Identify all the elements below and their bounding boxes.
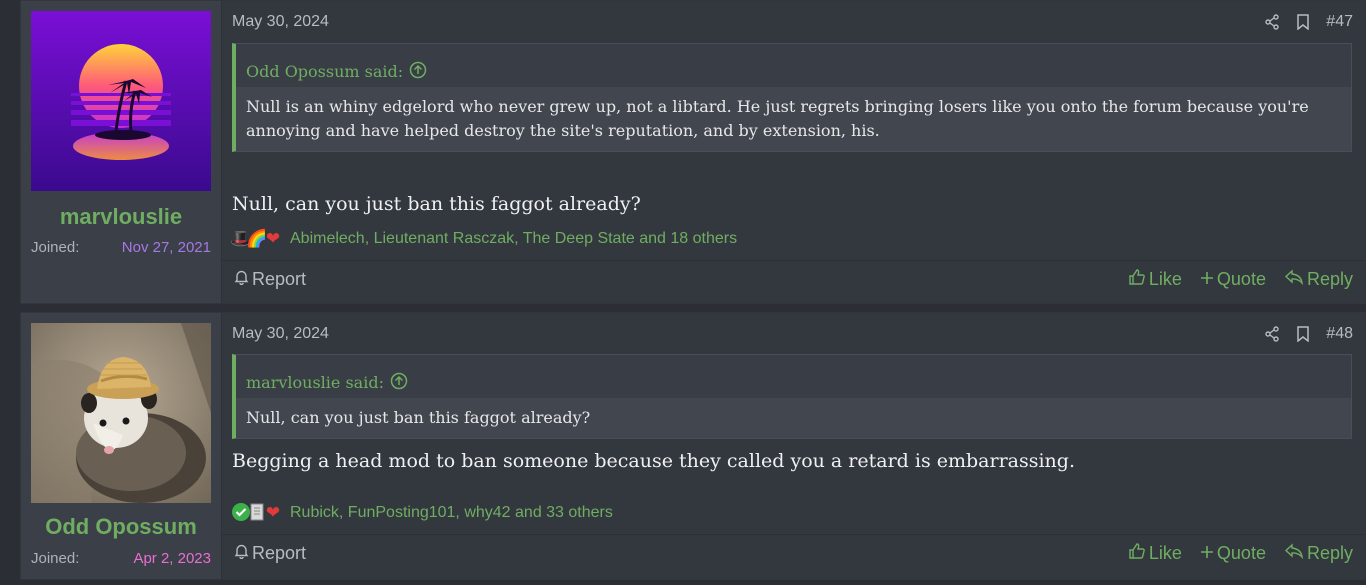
joined-info: Joined: Apr 2, 2023 [31, 550, 211, 567]
avatar[interactable] [31, 323, 211, 503]
quote-author[interactable]: marvlouslie said: [246, 373, 384, 392]
quote-label: Quote [1216, 543, 1266, 563]
thumbs-up-icon [1128, 542, 1146, 565]
synthwave-avatar-image [31, 11, 211, 191]
reaction-icons: ❤ [230, 502, 286, 524]
post-number[interactable]: #48 [1326, 325, 1353, 343]
like-button[interactable]: Like [1128, 542, 1182, 565]
joined-label: Joined: [31, 239, 80, 256]
bell-icon [234, 543, 249, 564]
quote-header[interactable]: Odd Opossum said: [236, 44, 1351, 87]
reactions-bar[interactable]: ❤ Rubick, FunPosting101, why42 and 33 ot… [230, 502, 613, 524]
post-47: marvlouslie Joined: Nov 27, 2021 May 30,… [20, 0, 1366, 304]
user-cell: marvlouslie Joined: Nov 27, 2021 [21, 1, 221, 303]
joined-info: Joined: Nov 27, 2021 [31, 239, 211, 256]
quote-text: Null, can you just ban this faggot alrea… [236, 398, 1351, 438]
plus-icon [1200, 543, 1214, 564]
report-button[interactable]: Report [234, 269, 306, 290]
post-tools: #47 [1264, 13, 1353, 31]
joined-date: Nov 27, 2021 [121, 239, 211, 256]
like-label: Like [1148, 269, 1182, 289]
reply-label: Reply [1306, 543, 1353, 563]
post-footer: Report Like Quote Reply [222, 260, 1365, 298]
heart-icon: ❤ [265, 503, 281, 522]
reply-button[interactable]: Reply [1284, 269, 1353, 290]
quote-button[interactable]: Quote [1200, 269, 1266, 290]
quote-block: marvlouslie said: Null, can you just ban… [232, 354, 1352, 439]
quote-label: Quote [1216, 269, 1266, 289]
opossum-avatar-image [31, 323, 211, 503]
bookmark-icon[interactable] [1296, 14, 1310, 30]
like-button[interactable]: Like [1128, 268, 1182, 291]
plus-icon [1200, 269, 1214, 290]
thumbs-up-icon [1128, 268, 1146, 291]
user-cell: Odd Opossum Joined: Apr 2, 2023 [21, 313, 221, 579]
post-footer: Report Like Quote Reply [222, 534, 1365, 572]
like-label: Like [1148, 543, 1182, 563]
post-actions: Like Quote Reply [1128, 268, 1353, 291]
reply-button[interactable]: Reply [1284, 543, 1353, 564]
post-48: Odd Opossum Joined: Apr 2, 2023 May 30, … [20, 312, 1366, 580]
joined-label: Joined: [31, 550, 80, 567]
username[interactable]: Odd Opossum [21, 514, 221, 540]
joined-date: Apr 2, 2023 [133, 550, 211, 567]
quote-text: Null is an whiny edgelord who never grew… [236, 87, 1351, 151]
reactions-users[interactable]: Abimelech, Lieutenant Rasczak, The Deep … [290, 230, 737, 248]
post-content: May 30, 2024 #48 marvlouslie said: Null,… [221, 313, 1365, 579]
report-button[interactable]: Report [234, 543, 306, 564]
post-message: Begging a head mod to ban someone becaus… [232, 450, 1075, 472]
avatar[interactable] [31, 11, 211, 191]
post-date[interactable]: May 30, 2024 [232, 13, 329, 31]
post-actions: Like Quote Reply [1128, 542, 1353, 565]
post-content: May 30, 2024 #47 Odd Opossum said: Null … [221, 1, 1365, 303]
quote-author[interactable]: Odd Opossum said: [246, 62, 403, 81]
username[interactable]: marvlouslie [21, 204, 221, 230]
post-date[interactable]: May 30, 2024 [232, 325, 329, 343]
post-message: Null, can you just ban this faggot alrea… [232, 193, 641, 215]
post-number[interactable]: #47 [1326, 13, 1353, 31]
arrow-up-circle-icon[interactable] [390, 372, 408, 394]
report-label: Report [252, 543, 307, 563]
bookmark-icon[interactable] [1296, 326, 1310, 342]
reaction-icons: 🎩 🌈 ❤ [230, 228, 286, 250]
report-label: Report [252, 269, 307, 289]
share-icon[interactable] [1264, 14, 1280, 30]
reactions-bar[interactable]: 🎩 🌈 ❤ Abimelech, Lieutenant Rasczak, The… [230, 228, 737, 250]
reply-arrow-icon [1284, 543, 1304, 564]
heart-icon: ❤ [265, 229, 281, 248]
post-tools: #48 [1264, 325, 1353, 343]
arrow-up-circle-icon[interactable] [409, 61, 427, 83]
quote-block: Odd Opossum said: Null is an whiny edgel… [232, 43, 1352, 152]
quote-button[interactable]: Quote [1200, 543, 1266, 564]
reply-arrow-icon [1284, 269, 1304, 290]
quote-header[interactable]: marvlouslie said: [236, 355, 1351, 398]
reactions-users[interactable]: Rubick, FunPosting101, why42 and 33 othe… [290, 504, 613, 522]
reply-label: Reply [1306, 269, 1353, 289]
share-icon[interactable] [1264, 326, 1280, 342]
bell-icon [234, 269, 249, 290]
